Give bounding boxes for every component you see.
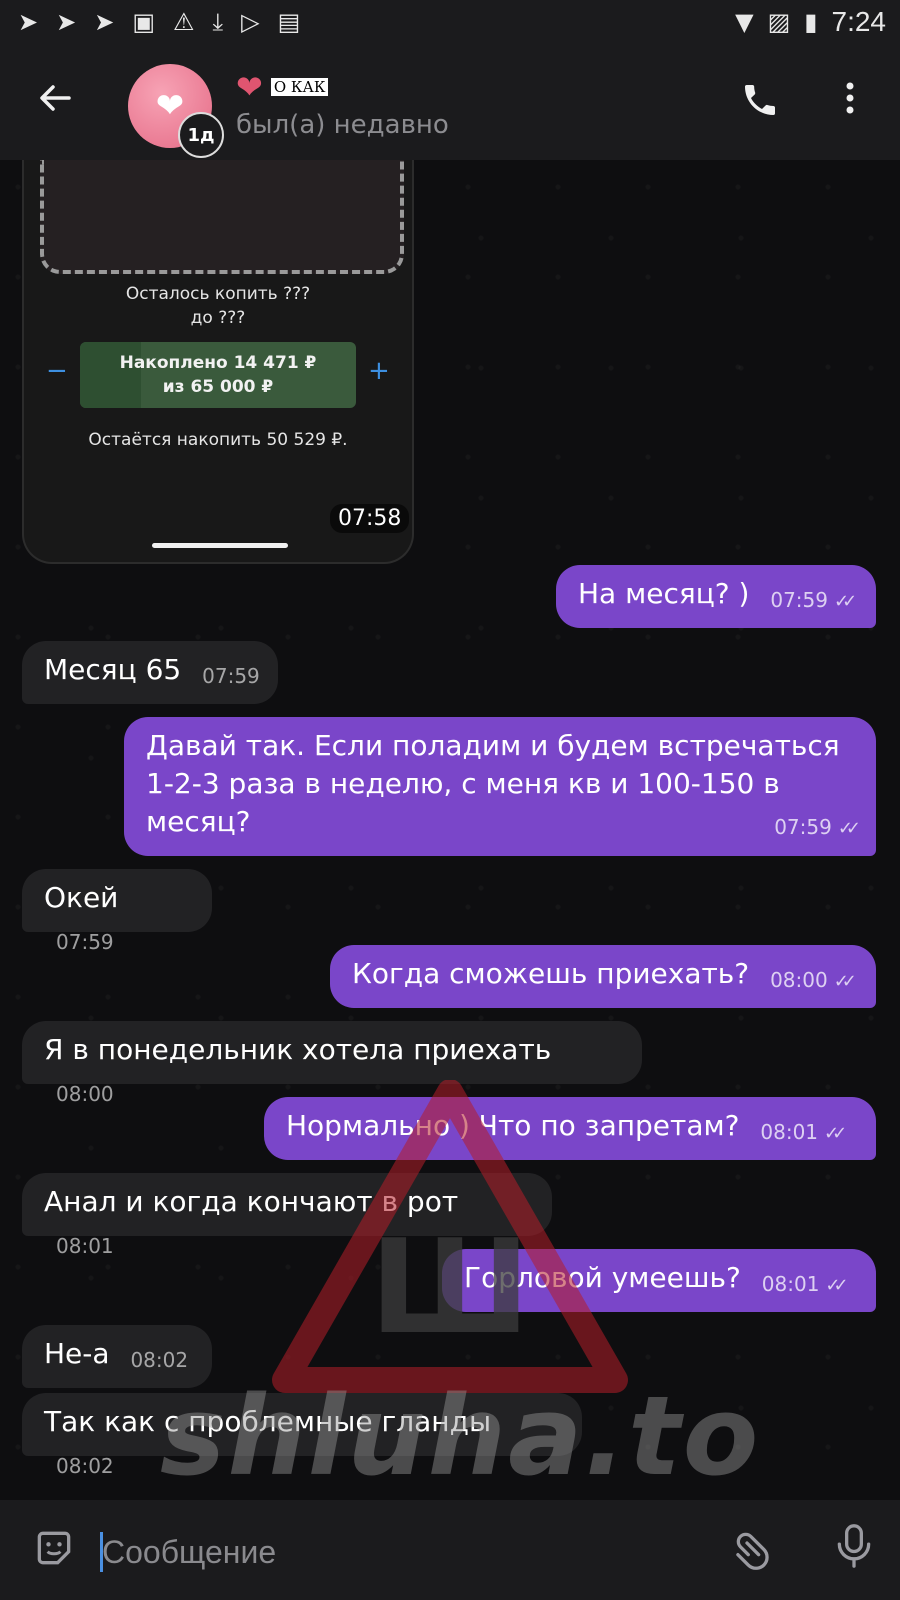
microphone-icon [837,1524,871,1568]
double-check-icon: ✓✓ [834,591,857,612]
message-outgoing[interactable]: Когда сможешь приехать? 08:00 ✓✓ [330,945,876,1008]
image-text-goal-line1: Осталось копить ??? [125,284,311,304]
more-vertical-icon [846,82,854,114]
message-incoming[interactable]: Окей 07:59 [22,869,212,954]
translate-icon: ▤ [277,8,301,36]
double-check-icon: ✓✓ [824,1123,847,1144]
message-composer [0,1500,900,1600]
status-notification-icons: ➤ ➤ ➤ ▣ ⚠ ⤓ ▷ ▤ [18,8,300,36]
message-time: 08:01 [56,1234,114,1258]
message-meta: 08:01 [56,1227,114,1265]
message-meta: 07:59 ✓✓ [770,581,857,621]
heart-bandage-icon: ❤ [236,68,263,106]
status-system-icons: ▼ ▨ ▮ 7:24 [735,6,886,38]
message-meta: 08:00 [56,1075,114,1113]
telegram-icon: ➤ [56,8,77,36]
image-savings-line1: Накоплено 14 471 ₽ [119,353,317,373]
message-meta: 07:59 ✓✓ [774,808,861,848]
story-badge[interactable]: 1д [178,112,224,158]
message-meta: 08:01 ✓✓ [760,1113,847,1153]
message-text: Так как с проблемные гланды [44,1405,492,1438]
wifi-icon: ▼ [735,8,754,36]
image-savings-text: Накоплено 14 471 ₽ из 65 000 ₽ [80,351,356,399]
message-meta: 08:02 [130,1341,188,1379]
contact-status: был(а) недавно [236,110,449,140]
battery-charging-icon: ▮ [804,8,818,36]
attach-button[interactable] [722,1518,791,1587]
message-time: 07:59 [770,588,828,612]
message-meta: 08:02 [56,1447,114,1485]
message-text: Анал и когда кончают в рот [44,1185,459,1218]
message-time: 08:01 [760,1120,819,1144]
arrow-left-icon [40,85,71,111]
message-time: 08:02 [130,1348,189,1372]
emoji-button[interactable] [32,1526,76,1580]
double-check-icon: ✓✓ [833,971,857,992]
message-text: На месяц? ) [578,577,750,610]
message-time: 07:59 [202,664,260,688]
image-savings-progress: Накоплено 14 471 ₽ из 65 000 ₽ [80,342,356,408]
contact-name[interactable]: ❤ О КАК [236,68,329,106]
message-incoming[interactable]: Месяц 65 07:59 [22,641,278,704]
message-incoming[interactable]: Не-а 08:02 [22,1325,212,1388]
message-meta: 07:59 [202,657,260,695]
message-outgoing[interactable]: Горловой умеешь? 08:01 ✓✓ [442,1249,876,1312]
chat-header: ❤ 1д ❤ О КАК был(а) недавно [0,50,900,160]
image-placeholder-frame [40,160,404,274]
message-time: 07:59 [56,930,114,954]
message-incoming[interactable]: Так как с проблемные гланды 08:02 [22,1393,582,1478]
message-meta: 08:01 ✓✓ [761,1265,849,1305]
phone-icon [745,85,775,115]
message-incoming[interactable]: Анал и когда кончают в рот 08:01 [22,1173,552,1258]
message-time: 07:59 [774,815,832,839]
double-check-icon: ✓✓ [837,818,861,839]
message-text: Когда сможешь приехать? [352,957,750,990]
more-menu-button[interactable] [840,78,860,127]
message-incoming[interactable]: Я в понедельник хотела приехать 08:00 [22,1021,642,1106]
download-icon: ⤓ [212,8,224,36]
message-time: 08:02 [56,1454,114,1478]
telegram-icon: ➤ [18,8,39,36]
image-message[interactable]: Осталось копить ??? до ??? − Накоплено 1… [22,160,414,564]
message-input[interactable] [100,1526,704,1578]
image-minus-sign: − [46,356,68,386]
image-text-goal: Осталось копить ??? до ??? [24,282,412,330]
message-outgoing[interactable]: На месяц? ) 07:59 ✓✓ [556,565,876,628]
message-time: 08:00 [56,1082,114,1106]
image-home-indicator [152,543,288,548]
contact-name-text: О КАК [270,78,329,96]
message-text: Давай так. Если поладим и будем встречат… [146,729,840,838]
telegram-icon: ➤ [94,8,115,36]
message-meta: 08:00 ✓✓ [770,961,857,1001]
back-button[interactable] [30,78,80,128]
paperclip-icon [736,1532,769,1570]
sticker-icon [37,1531,71,1565]
message-meta: 07:59 [56,923,114,961]
image-savings-line2: из 65 000 ₽ [162,377,274,397]
message-time: 08:00 [770,968,828,992]
message-time: 08:01 [761,1272,820,1296]
heart-icon: ❤ [155,86,185,126]
message-text: Окей [44,881,119,914]
image-remaining-text: Остаётся накопить 50 529 ₽. [88,430,348,450]
play-store-icon: ▷ [241,8,260,36]
message-outgoing[interactable]: Давай так. Если поладим и будем встречат… [124,717,876,856]
message-text: Я в понедельник хотела приехать [44,1033,552,1066]
message-text: Нормально ) Что по запретам? [286,1109,740,1142]
message-text: Горловой умеешь? [464,1261,741,1294]
message-outgoing[interactable]: Нормально ) Что по запретам? 08:01 ✓✓ [264,1097,876,1160]
image-plus-sign: + [368,356,390,386]
clock: 7:24 [831,6,887,37]
image-timestamp: 07:58 [330,504,410,533]
call-button[interactable] [740,80,780,129]
double-check-icon: ✓✓ [825,1275,848,1296]
image-text-goal-line2: до ??? [190,308,246,328]
voice-message-button[interactable] [832,1522,876,1580]
no-sim-icon: ▨ [767,8,791,36]
message-text: Не-а [44,1337,110,1370]
gallery-icon: ▣ [132,8,156,36]
status-bar: ➤ ➤ ➤ ▣ ⚠ ⤓ ▷ ▤ ▼ ▨ ▮ 7:24 [0,0,900,50]
warning-icon: ⚠ [173,8,195,36]
message-text: Месяц 65 [44,653,182,686]
